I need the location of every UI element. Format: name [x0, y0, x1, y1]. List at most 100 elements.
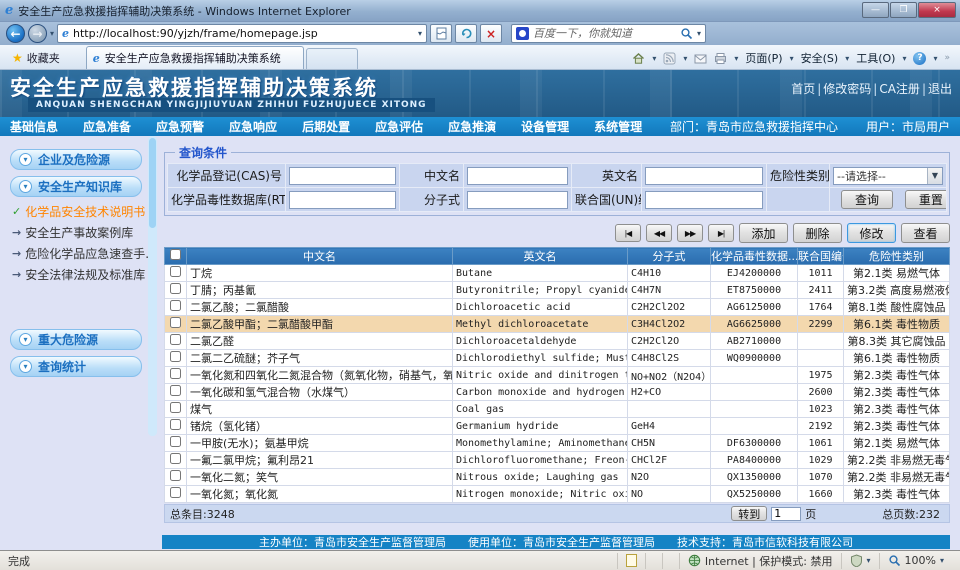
- un-input[interactable]: [645, 191, 763, 209]
- sidebar-entry[interactable]: 安全法律法规及标准库: [12, 266, 146, 283]
- cas-input[interactable]: [289, 167, 396, 185]
- sidebar-entry[interactable]: 重大危险源: [10, 329, 142, 350]
- web-search-input[interactable]: [533, 27, 676, 40]
- action-button[interactable]: 修改: [847, 223, 896, 243]
- table-row[interactable]: 一氧化氮和四氧化二氮混合物（氮氧化物，硝基气，氧化氮气体） Nitric oxi…: [165, 367, 950, 384]
- help-icon[interactable]: ?: [913, 52, 926, 65]
- row-checkbox[interactable]: [170, 487, 181, 498]
- row-checkbox[interactable]: [170, 385, 181, 396]
- formula-input[interactable]: [467, 191, 568, 209]
- row-checkbox[interactable]: [170, 300, 181, 311]
- nav-item[interactable]: 设备管理: [521, 118, 569, 135]
- table-row[interactable]: 一甲胺(无水)；氨基甲烷 Monomethylamine; Aminometha…: [165, 435, 950, 452]
- col-en-name[interactable]: 英文名: [453, 248, 628, 265]
- home-icon[interactable]: [632, 52, 645, 65]
- nav-item[interactable]: 应急预警: [156, 118, 204, 135]
- col-un[interactable]: 联合国编号: [798, 248, 844, 265]
- nav-item[interactable]: 应急评估: [375, 118, 423, 135]
- action-button[interactable]: 删除: [793, 223, 842, 243]
- row-checkbox[interactable]: [170, 419, 181, 430]
- security-dropdown-icon[interactable]: ▾: [845, 54, 849, 63]
- back-button[interactable]: ←: [6, 24, 25, 43]
- nav-item[interactable]: 基础信息: [10, 118, 58, 135]
- menu-page[interactable]: 页面(P): [745, 50, 782, 66]
- url-input[interactable]: [73, 27, 414, 40]
- sidebar-entry[interactable]: 危险化学品应急速查手...: [12, 245, 146, 262]
- stop-button[interactable]: ×: [480, 24, 502, 43]
- zoom-pane[interactable]: 100% ▾: [879, 553, 952, 569]
- user-link[interactable]: 首页: [791, 80, 815, 97]
- table-row[interactable]: 二氯乙酸；二氯醋酸 Dichloroacetic acid C2H2Cl2O2 …: [165, 299, 950, 316]
- table-row[interactable]: 一氧化氮；氧化氮 Nitrogen monoxide; Nitric oxide…: [165, 486, 950, 503]
- feed-icon[interactable]: [663, 52, 676, 65]
- print-dropdown-icon[interactable]: ▾: [734, 54, 738, 63]
- sidebar-entry[interactable]: 查询统计: [10, 356, 142, 377]
- action-button[interactable]: 查看: [901, 223, 950, 243]
- sidebar-scrollbar[interactable]: [148, 136, 157, 436]
- minimize-button[interactable]: —: [862, 2, 889, 18]
- col-cn-name[interactable]: 中文名: [187, 248, 453, 265]
- reset-button[interactable]: 重置: [905, 190, 947, 209]
- home-dropdown-icon[interactable]: ▾: [652, 54, 656, 63]
- action-button[interactable]: 添加: [739, 223, 788, 243]
- danger-class-select[interactable]: --请选择-- ▼: [833, 167, 943, 185]
- table-row[interactable]: 锗烷（氢化锗） Germanium hydride GeH4 2192 第2.3…: [165, 418, 950, 435]
- col-formula[interactable]: 分子式: [628, 248, 711, 265]
- table-row[interactable]: 二氯二乙硫醚；芥子气 Dichlorodiethyl sulfide; Must…: [165, 350, 950, 367]
- protected-mode-pane[interactable]: ▾: [841, 553, 879, 569]
- sidebar-entry[interactable]: 安全生产事故案例库: [12, 224, 146, 241]
- user-link[interactable]: CA注册: [871, 80, 920, 97]
- search-icon[interactable]: [680, 27, 693, 40]
- forward-button[interactable]: →: [28, 24, 47, 43]
- search-button[interactable]: 查询: [841, 190, 893, 209]
- print-icon[interactable]: [714, 52, 727, 65]
- cn-name-input[interactable]: [467, 167, 568, 185]
- tools-dropdown-icon[interactable]: ▾: [902, 54, 906, 63]
- page-dropdown-icon[interactable]: ▾: [790, 54, 794, 63]
- row-checkbox[interactable]: [170, 351, 181, 362]
- goto-button[interactable]: 转到: [731, 506, 767, 521]
- nav-item[interactable]: 应急准备: [83, 118, 131, 135]
- row-checkbox[interactable]: [170, 453, 181, 464]
- mail-icon[interactable]: [694, 52, 707, 65]
- row-checkbox[interactable]: [170, 436, 181, 447]
- nav-item[interactable]: 应急推演: [448, 118, 496, 135]
- table-row[interactable]: 煤气 Coal gas 1023 第2.3类 毒性气体: [165, 401, 950, 418]
- chevron-more-icon[interactable]: »: [944, 53, 950, 63]
- row-checkbox[interactable]: [170, 368, 181, 379]
- table-row[interactable]: 二氯乙酸甲酯；二氯醋酸甲酯 Methyl dichloroacetate C3H…: [165, 316, 950, 333]
- new-tab-stub[interactable]: [306, 48, 358, 69]
- table-row[interactable]: 二氯乙醛 Dichloroacetaldehyde C2H2Cl2O AB271…: [165, 333, 950, 350]
- compatibility-view-button[interactable]: [430, 24, 452, 43]
- feed-dropdown-icon[interactable]: ▾: [683, 54, 687, 63]
- menu-security[interactable]: 安全(S): [801, 50, 839, 66]
- col-danger[interactable]: 危险性类别: [844, 248, 950, 265]
- sidebar-entry[interactable]: 化学品安全技术说明书: [12, 203, 146, 220]
- col-rtecs[interactable]: 化学品毒性数据...: [711, 248, 798, 265]
- row-checkbox[interactable]: [170, 334, 181, 345]
- pager-button[interactable]: ◀◀: [646, 224, 672, 242]
- nav-item[interactable]: 应急响应: [229, 118, 277, 135]
- help-dropdown-icon[interactable]: ▾: [933, 54, 937, 63]
- user-link[interactable]: 退出: [920, 80, 952, 97]
- nav-item[interactable]: 后期处置: [302, 118, 350, 135]
- table-row[interactable]: 丁烷 Butane C4H10 EJ4200000 1011 第2.1类 易燃气…: [165, 265, 950, 282]
- page-number-input[interactable]: [771, 507, 801, 521]
- row-checkbox[interactable]: [170, 317, 181, 328]
- row-checkbox[interactable]: [170, 470, 181, 481]
- close-button[interactable]: ×: [918, 2, 956, 18]
- row-checkbox[interactable]: [170, 402, 181, 413]
- pager-button[interactable]: ▶▶: [677, 224, 703, 242]
- rtecs-input[interactable]: [289, 191, 396, 209]
- table-row[interactable]: 丁腈；丙基氰 Butyronitrile; Propyl cyanide C4H…: [165, 282, 950, 299]
- table-row[interactable]: 一氧化二氮；笑气 Nitrous oxide; Laughing gas N2O…: [165, 469, 950, 486]
- select-all-checkbox[interactable]: [170, 249, 181, 260]
- en-name-input[interactable]: [645, 167, 763, 185]
- sidebar-entry[interactable]: 企业及危险源: [10, 149, 142, 170]
- address-dropdown-icon[interactable]: ▾: [418, 29, 422, 38]
- table-row[interactable]: 一氟二氯甲烷；氟利昂21 Dichlorofluoromethane; Freo…: [165, 452, 950, 469]
- menu-tools[interactable]: 工具(O): [856, 50, 895, 66]
- select-caret-icon[interactable]: ▼: [927, 168, 942, 184]
- maximize-button[interactable]: ❐: [890, 2, 917, 18]
- refresh-button[interactable]: [455, 24, 477, 43]
